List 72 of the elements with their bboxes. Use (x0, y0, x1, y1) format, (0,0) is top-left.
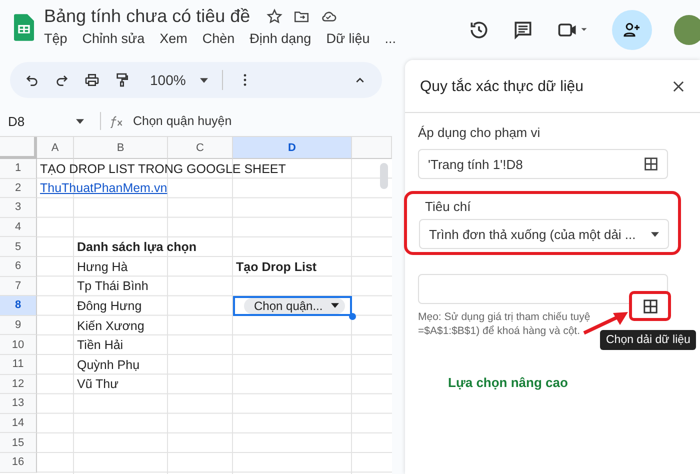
row-header[interactable]: 10 (0, 335, 37, 355)
row-header[interactable]: 8 (0, 296, 37, 316)
cell-reference[interactable]: D8 (8, 114, 68, 128)
row-header[interactable]: 11 (0, 354, 37, 375)
row-header[interactable]: 16 (0, 452, 37, 472)
caret-icon (651, 232, 659, 236)
caret-icon (330, 303, 339, 308)
range-label: Áp dụng cho phạm vi (418, 125, 542, 140)
select-range-button[interactable] (629, 291, 671, 321)
panel-title: Quy tắc xác thực dữ liệu (420, 78, 584, 94)
cell-text: Tp Thái Bình (77, 279, 148, 294)
fill-handle[interactable] (349, 312, 356, 320)
caret-icon[interactable] (76, 118, 84, 124)
history-icon[interactable] (468, 19, 490, 41)
share-button[interactable] (612, 10, 652, 50)
document-title[interactable]: Bảng tính chưa có tiêu đề (44, 6, 250, 27)
column-header[interactable]: A (37, 137, 74, 159)
criteria-label: Tiêu chí (425, 199, 472, 214)
function-icon (109, 114, 125, 128)
grid-icon (642, 298, 658, 314)
row-header[interactable]: 4 (0, 218, 37, 238)
cell-text: Tiền Hải (77, 338, 124, 352)
column-header[interactable]: D (233, 137, 352, 159)
comment-icon[interactable] (512, 19, 534, 41)
caret-icon[interactable] (200, 78, 208, 82)
cell-text: Danh sách lựa chọn (77, 240, 196, 254)
tooltip: Chọn dải dữ liệu (600, 330, 696, 350)
column-header[interactable]: B (74, 137, 168, 159)
row-header[interactable]: 2 (0, 178, 37, 198)
paint-format-icon[interactable] (114, 72, 130, 88)
row-header[interactable]: 15 (0, 433, 37, 453)
column-header[interactable]: C (168, 137, 233, 159)
range-field[interactable]: 'Trang tính 1'!D8 (418, 149, 668, 179)
menu-item[interactable]: Định dạng (250, 31, 312, 46)
criteria-dropdown[interactable]: Trình đơn thả xuống (của một dải ... (419, 219, 669, 249)
cell-text: TẠO DROP LIST TRONG GOOGLE SHEET (40, 162, 286, 176)
row-header[interactable]: 13 (0, 394, 37, 414)
menu-item[interactable]: ... (384, 31, 396, 46)
selected-cell[interactable]: Chọn quận... (233, 296, 352, 316)
row-header[interactable]: 9 (0, 316, 37, 336)
menu-item[interactable]: Chèn (202, 31, 235, 46)
close-icon[interactable] (673, 80, 684, 92)
row-header[interactable]: 6 (0, 256, 37, 277)
cell-text: Đông Hưng (77, 298, 142, 313)
cell-text: Quỳnh Phụ (77, 358, 140, 372)
dropdown-chip[interactable]: Chọn quận... (244, 298, 345, 314)
row-header[interactable]: 1 (0, 159, 37, 179)
menu-item[interactable]: Chỉnh sửa (82, 31, 145, 46)
cell-text: Tạo Drop List (236, 260, 317, 274)
menu-item[interactable]: Tệp (44, 31, 68, 46)
cell-text: Hưng Hà (77, 260, 128, 274)
row-header[interactable]: 5 (0, 237, 37, 257)
row-header[interactable]: 3 (0, 198, 37, 218)
sheets-logo-icon[interactable] (14, 14, 34, 41)
scrollbar-thumb[interactable] (380, 163, 388, 189)
print-icon[interactable] (84, 72, 100, 88)
row-header[interactable]: 12 (0, 374, 37, 394)
row-header[interactable]: 7 (0, 276, 37, 296)
advanced-options-link[interactable]: Lựa chọn nâng cao (448, 375, 688, 390)
avatar-circle[interactable] (674, 15, 700, 45)
row-header[interactable]: 14 (0, 414, 37, 434)
zoom-dropdown[interactable]: 100% (150, 72, 186, 88)
hint-text: Mẹo: Sử dụng giá trị tham chiếu tuyệ (418, 310, 592, 324)
cell-text: Vũ Thư (77, 377, 118, 392)
menu-item[interactable]: Dữ liệu (326, 31, 370, 46)
grid-icon[interactable] (644, 157, 658, 171)
cell-text: Kiến Xương (77, 318, 144, 333)
link-text[interactable]: ThuThuatPhanMem.vn (40, 181, 168, 196)
star-icon[interactable] (266, 8, 284, 25)
hint-text: =$A$1:$B$1) để khoá hàng và cột. (418, 324, 581, 338)
menu-item[interactable]: Xem (160, 31, 188, 46)
formula-text[interactable]: Chọn quận huyện (133, 114, 232, 128)
